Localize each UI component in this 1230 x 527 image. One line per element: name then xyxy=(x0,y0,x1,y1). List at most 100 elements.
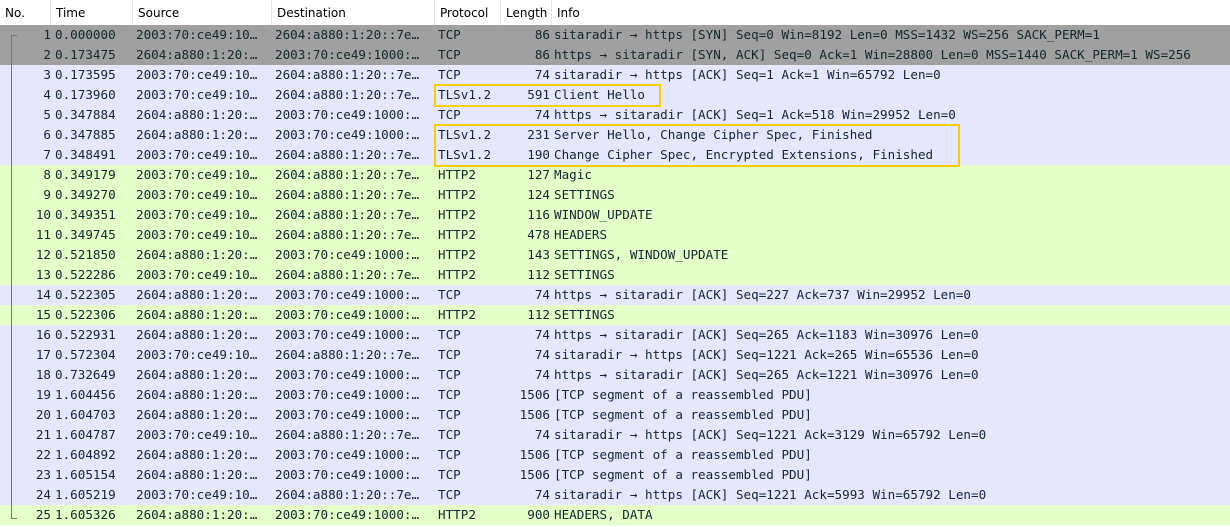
packet-info: sitaradir → https [ACK] Seq=1221 Ack=265… xyxy=(554,347,979,362)
packet-time: 0.173595 xyxy=(55,67,116,82)
packet-source: 2003:70:ce49:10… xyxy=(136,267,258,282)
packet-length: 74 xyxy=(534,327,550,342)
packet-row[interactable]: 3 0.173595 2003:70:ce49:10… 2604:a880:1:20:… xyxy=(0,65,1230,85)
packet-protocol: TCP xyxy=(438,427,461,442)
packet-destination: 2604:a880:1:20::7e… xyxy=(275,347,420,362)
packet-source: 2604:a880:1:20:… xyxy=(136,387,258,402)
packet-row[interactable]: 25 1.605326 2604:a880:1:20:… 2003:70:ce49:1… xyxy=(0,505,1230,525)
packet-row[interactable]: 8 0.349179 2003:70:ce49:10… 2604:a880:1:20:… xyxy=(0,165,1230,185)
packet-row[interactable]: 6 0.347885 2604:a880:1:20:… 2003:70:ce49:10… xyxy=(0,125,1230,145)
packet-length: 124 xyxy=(527,187,550,202)
packet-destination: 2604:a880:1:20::7e… xyxy=(275,227,420,242)
column-header-source[interactable]: Source xyxy=(133,0,272,25)
packet-info: SETTINGS xyxy=(554,267,615,282)
packet-row[interactable]: 10 0.349351 2003:70:ce49:10… 2604:a880:1:20… xyxy=(0,205,1230,225)
packet-time: 0.349351 xyxy=(55,207,116,222)
packet-number: 6 xyxy=(43,127,51,142)
packet-protocol: TCP xyxy=(438,347,461,362)
packet-destination: 2003:70:ce49:1000:… xyxy=(275,387,420,402)
column-header-time[interactable]: Time xyxy=(51,0,133,25)
packet-time: 0.572304 xyxy=(55,347,116,362)
packet-info: https → sitaradir [ACK] Seq=1 Ack=518 Wi… xyxy=(554,107,956,122)
packet-protocol: HTTP2 xyxy=(438,207,476,222)
packet-destination: 2003:70:ce49:1000:… xyxy=(275,127,420,142)
packet-length: 127 xyxy=(527,167,550,182)
packet-time: 0.173960 xyxy=(55,87,116,102)
packet-row[interactable]: 15 0.522306 2604:a880:1:20:… 2003:70:ce49:1… xyxy=(0,305,1230,325)
column-header-no[interactable]: No. xyxy=(0,0,51,25)
packet-row[interactable]: 19 1.604456 2604:a880:1:20:… 2003:70:ce49:1… xyxy=(0,385,1230,405)
packet-destination: 2604:a880:1:20::7e… xyxy=(275,267,420,282)
packet-info: sitaradir → https [ACK] Seq=1221 Ack=312… xyxy=(554,427,987,442)
packet-length: 1506 xyxy=(519,407,550,422)
packet-protocol: TLSv1.2 xyxy=(438,147,492,162)
packet-row[interactable]: 1 0.000000 2003:70:ce49:10… 2604:a880:1:20:… xyxy=(0,25,1230,45)
packet-destination: 2003:70:ce49:1000:… xyxy=(275,107,420,122)
packet-time: 0.522286 xyxy=(55,267,116,282)
packet-time: 0.349270 xyxy=(55,187,116,202)
packet-row[interactable]: 24 1.605219 2003:70:ce49:10… 2604:a880:1:20… xyxy=(0,485,1230,505)
column-header-length[interactable]: Length xyxy=(501,0,552,25)
packet-row[interactable]: 16 0.522931 2604:a880:1:20:… 2003:70:ce49:1… xyxy=(0,325,1230,345)
packet-row[interactable]: 2 0.173475 2604:a880:1:20:… 2003:70:ce49:10… xyxy=(0,45,1230,65)
packet-length: 1506 xyxy=(519,467,550,482)
packet-row[interactable]: 9 0.349270 2003:70:ce49:10… 2604:a880:1:20:… xyxy=(0,185,1230,205)
packet-source: 2003:70:ce49:10… xyxy=(136,187,258,202)
packet-protocol: HTTP2 xyxy=(438,307,476,322)
column-header-destination[interactable]: Destination xyxy=(272,0,435,25)
packet-length: 1506 xyxy=(519,447,550,462)
conversation-tree-line xyxy=(11,35,12,519)
packet-row[interactable]: 18 0.732649 2604:a880:1:20:… 2003:70:ce49:1… xyxy=(0,365,1230,385)
packet-source: 2604:a880:1:20:… xyxy=(136,367,258,382)
packet-source: 2003:70:ce49:10… xyxy=(136,67,258,82)
column-header-protocol[interactable]: Protocol xyxy=(435,0,501,25)
packet-source: 2003:70:ce49:10… xyxy=(136,427,258,442)
packet-info: Server Hello, Change Cipher Spec, Finish… xyxy=(554,127,873,142)
packet-time: 0.522305 xyxy=(55,287,116,302)
packet-info: HEADERS, DATA xyxy=(554,507,653,522)
packet-length: 74 xyxy=(534,487,550,502)
packet-source: 2604:a880:1:20:… xyxy=(136,507,258,522)
packet-time: 0.349179 xyxy=(55,167,116,182)
packet-source: 2003:70:ce49:10… xyxy=(136,87,258,102)
packet-source: 2003:70:ce49:10… xyxy=(136,167,258,182)
packet-row[interactable]: 20 1.604703 2604:a880:1:20:… 2003:70:ce49:1… xyxy=(0,405,1230,425)
packet-time: 0.522306 xyxy=(55,307,116,322)
packet-row[interactable]: 23 1.605154 2604:a880:1:20:… 2003:70:ce49:1… xyxy=(0,465,1230,485)
packet-source: 2604:a880:1:20:… xyxy=(136,47,258,62)
packet-number: 3 xyxy=(43,67,51,82)
packet-row[interactable]: 7 0.348491 2003:70:ce49:10… 2604:a880:1:20:… xyxy=(0,145,1230,165)
packet-row[interactable]: 11 0.349745 2003:70:ce49:10… 2604:a880:1:20… xyxy=(0,225,1230,245)
packet-row[interactable]: 17 0.572304 2003:70:ce49:10… 2604:a880:1:20… xyxy=(0,345,1230,365)
packet-destination: 2604:a880:1:20::7e… xyxy=(275,427,420,442)
packet-length: 74 xyxy=(534,67,550,82)
packet-row[interactable]: 13 0.522286 2003:70:ce49:10… 2604:a880:1:20… xyxy=(0,265,1230,285)
packet-info: [TCP segment of a reassembled PDU] xyxy=(554,387,812,402)
packet-destination: 2003:70:ce49:1000:… xyxy=(275,47,420,62)
packet-length: 74 xyxy=(534,347,550,362)
packet-row[interactable]: 4 0.173960 2003:70:ce49:10… 2604:a880:1:20:… xyxy=(0,85,1230,105)
packet-length: 112 xyxy=(527,307,550,322)
packet-destination: 2003:70:ce49:1000:… xyxy=(275,447,420,462)
packet-time: 0.349745 xyxy=(55,227,116,242)
packet-row[interactable]: 21 1.604787 2003:70:ce49:10… 2604:a880:1:20… xyxy=(0,425,1230,445)
packet-row[interactable]: 14 0.522305 2604:a880:1:20:… 2003:70:ce49:1… xyxy=(0,285,1230,305)
packet-row[interactable]: 5 0.347884 2604:a880:1:20:… 2003:70:ce49:10… xyxy=(0,105,1230,125)
packet-row[interactable]: 12 0.521850 2604:a880:1:20:… 2003:70:ce49:1… xyxy=(0,245,1230,265)
packet-length: 74 xyxy=(534,367,550,382)
packet-info: sitaradir → https [SYN] Seq=0 Win=8192 L… xyxy=(554,27,1100,42)
packet-length: 74 xyxy=(534,287,550,302)
packet-destination: 2604:a880:1:20::7e… xyxy=(275,147,420,162)
packet-number: 20 xyxy=(35,407,51,422)
packet-protocol: HTTP2 xyxy=(438,227,476,242)
packet-source: 2003:70:ce49:10… xyxy=(136,347,258,362)
packet-length: 190 xyxy=(527,147,550,162)
packet-number: 25 xyxy=(35,507,51,522)
column-header-info[interactable]: Info xyxy=(552,0,1230,25)
packet-source: 2003:70:ce49:10… xyxy=(136,227,258,242)
packet-info: Change Cipher Spec, Encrypted Extensions… xyxy=(554,147,934,162)
packet-source: 2604:a880:1:20:… xyxy=(136,467,258,482)
packet-time: 1.604456 xyxy=(55,387,116,402)
packet-destination: 2604:a880:1:20::7e… xyxy=(275,87,420,102)
packet-row[interactable]: 22 1.604892 2604:a880:1:20:… 2003:70:ce49:1… xyxy=(0,445,1230,465)
